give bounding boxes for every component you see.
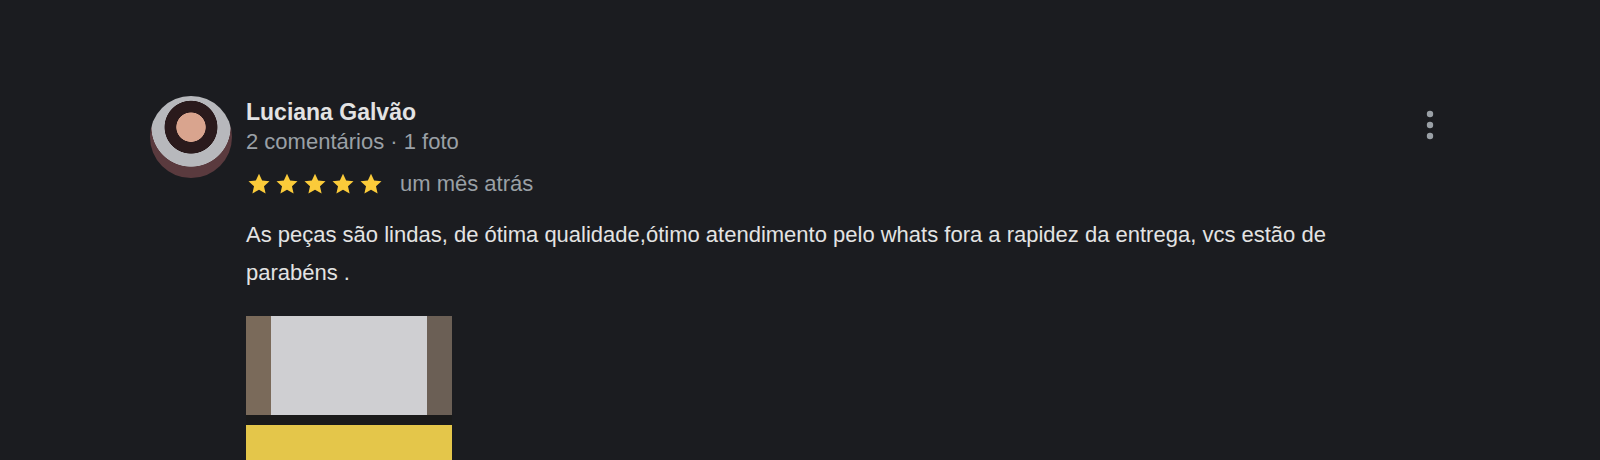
author-stats: 2 comentários · 1 foto [246,127,1410,158]
rating: um mês atrás [246,170,1410,199]
avatar[interactable] [150,96,232,178]
star-icon [330,171,356,197]
star-icon [274,171,300,197]
review-text: As peças são lindas, de ótima qualidade,… [246,216,1410,292]
review-body: Luciana Galvão 2 comentários · 1 foto um… [232,96,1410,460]
star-icon [246,171,272,197]
author-name[interactable]: Luciana Galvão [246,98,1410,127]
star-icon [302,171,328,197]
review-time: um mês atrás [400,170,533,199]
star-icon [358,171,384,197]
star-rating [246,171,386,197]
review: Luciana Galvão 2 comentários · 1 foto um… [0,0,1600,460]
review-photo[interactable] [246,316,452,460]
more-button[interactable] [1410,96,1450,140]
more-icon[interactable] [1426,110,1434,140]
